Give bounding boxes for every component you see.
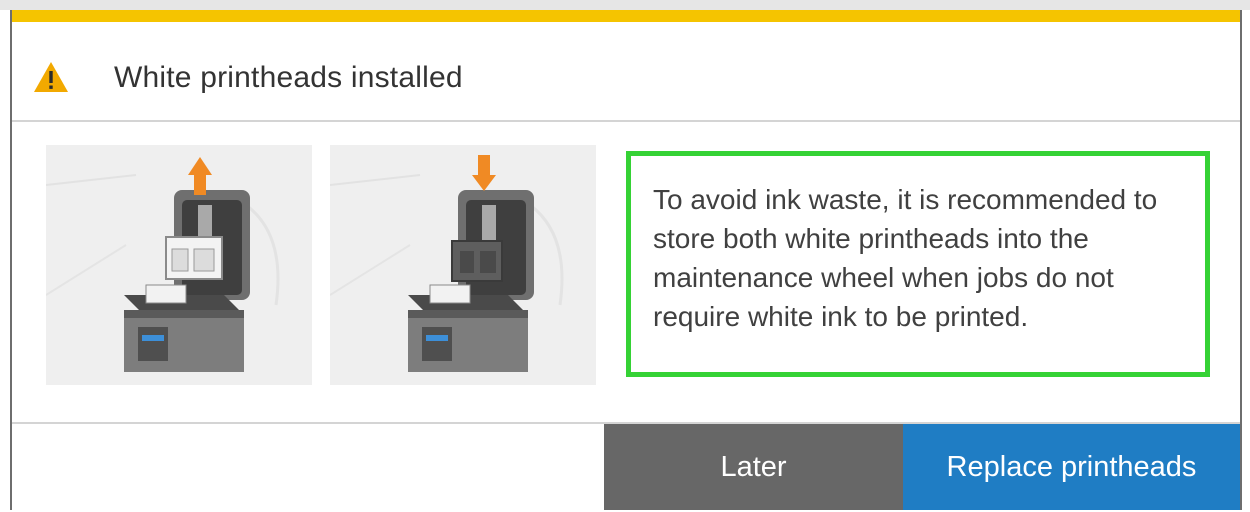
later-button[interactable]: Later [604,424,903,510]
background-strip [0,0,1250,10]
warning-accent-bar [12,10,1240,22]
remove-printhead-illustration [46,145,312,385]
dialog-header: White printheads installed [12,22,1240,122]
insert-printhead-illustration [330,145,596,385]
dialog-title: White printheads installed [114,61,463,94]
printheads-dialog: White printheads installed To avoid ink … [10,10,1242,510]
highlighted-message-box: To avoid ink waste, it is recommended to… [626,151,1210,377]
replace-printheads-button[interactable]: Replace printheads [903,424,1240,510]
dialog-footer: Later Replace printheads [12,422,1240,510]
warning-icon [34,62,68,92]
page: White printheads installed To avoid ink … [0,0,1250,512]
dialog-message: To avoid ink waste, it is recommended to… [653,184,1158,332]
